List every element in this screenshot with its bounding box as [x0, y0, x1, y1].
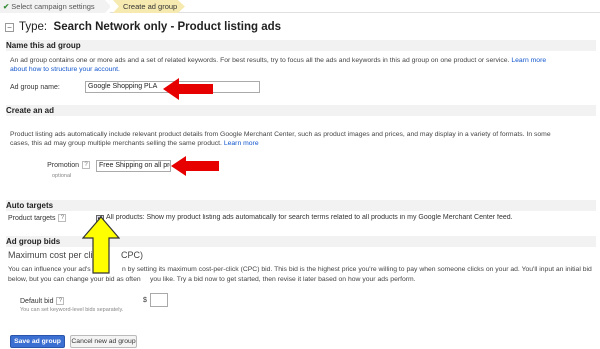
bid-description-2b: you like. Try a bid now to get started, … [150, 276, 416, 283]
section-heading-ad-group-bids: Ad group bids [6, 237, 61, 246]
promotion-label: Promotion? [40, 161, 90, 169]
help-icon[interactable]: ? [56, 297, 65, 305]
all-products-text: All products: Show my product listing ad… [106, 214, 513, 221]
section-band [6, 200, 596, 211]
section-band [6, 40, 596, 51]
ad-group-name-label: Ad group name: [10, 84, 60, 91]
max-cpc-heading-part2: CPC) [121, 250, 143, 260]
save-ad-group-button[interactable]: Save ad group [10, 335, 65, 348]
section-heading-name: Name this ad group [6, 41, 81, 50]
breadcrumb-step2-label: Create ad group [123, 2, 178, 11]
bid-description-2a: below, but you can change your bid as of… [8, 276, 141, 283]
default-bid-label: Default bid? [20, 297, 65, 305]
breadcrumb-step1-label: Select campaign settings [11, 2, 95, 11]
learn-more-link[interactable]: Learn more [224, 140, 259, 147]
default-bid-note: You can set keyword-level bids separatel… [20, 307, 124, 313]
name-description: An ad group contains one or more ads and… [10, 57, 547, 73]
section-heading-create-ad: Create an ad [6, 106, 55, 115]
promotion-input[interactable]: Free Shipping on all pro [96, 160, 171, 172]
red-arrow-annotation [171, 156, 219, 176]
currency-symbol: $ [143, 297, 147, 304]
breadcrumb-step-create-ad-group: Create ad group [113, 0, 185, 13]
product-targets-label: Product targets? [8, 214, 67, 222]
learn-more-link[interactable]: Learn more [511, 57, 546, 64]
check-icon: ✔ [3, 2, 10, 11]
page-title: − Type: Search Network only - Product li… [5, 19, 281, 35]
help-icon[interactable]: ? [58, 214, 67, 222]
help-icon[interactable]: ? [82, 161, 90, 169]
yellow-arrow-annotation [82, 216, 120, 274]
optional-note: optional [52, 173, 72, 179]
section-heading-auto-targets: Auto targets [6, 201, 54, 210]
breadcrumb-step-select-campaign-settings[interactable]: ✔ Select campaign settings [0, 0, 110, 13]
ad-description: Product listing ads automatically includ… [10, 131, 551, 147]
title-prefix: Type: [19, 21, 48, 33]
structure-account-link[interactable]: about how to structure your account. [10, 66, 120, 73]
bid-description-1b: n by setting its maximum cost-per-click … [122, 266, 592, 273]
default-bid-input[interactable] [150, 293, 168, 307]
section-band [6, 105, 596, 116]
cancel-new-ad-group-button[interactable]: Cancel new ad group [70, 335, 137, 348]
red-arrow-annotation [163, 78, 213, 100]
campaign-type: Search Network only - Product listing ad… [53, 21, 282, 33]
minus-box-icon[interactable]: − [5, 22, 14, 32]
